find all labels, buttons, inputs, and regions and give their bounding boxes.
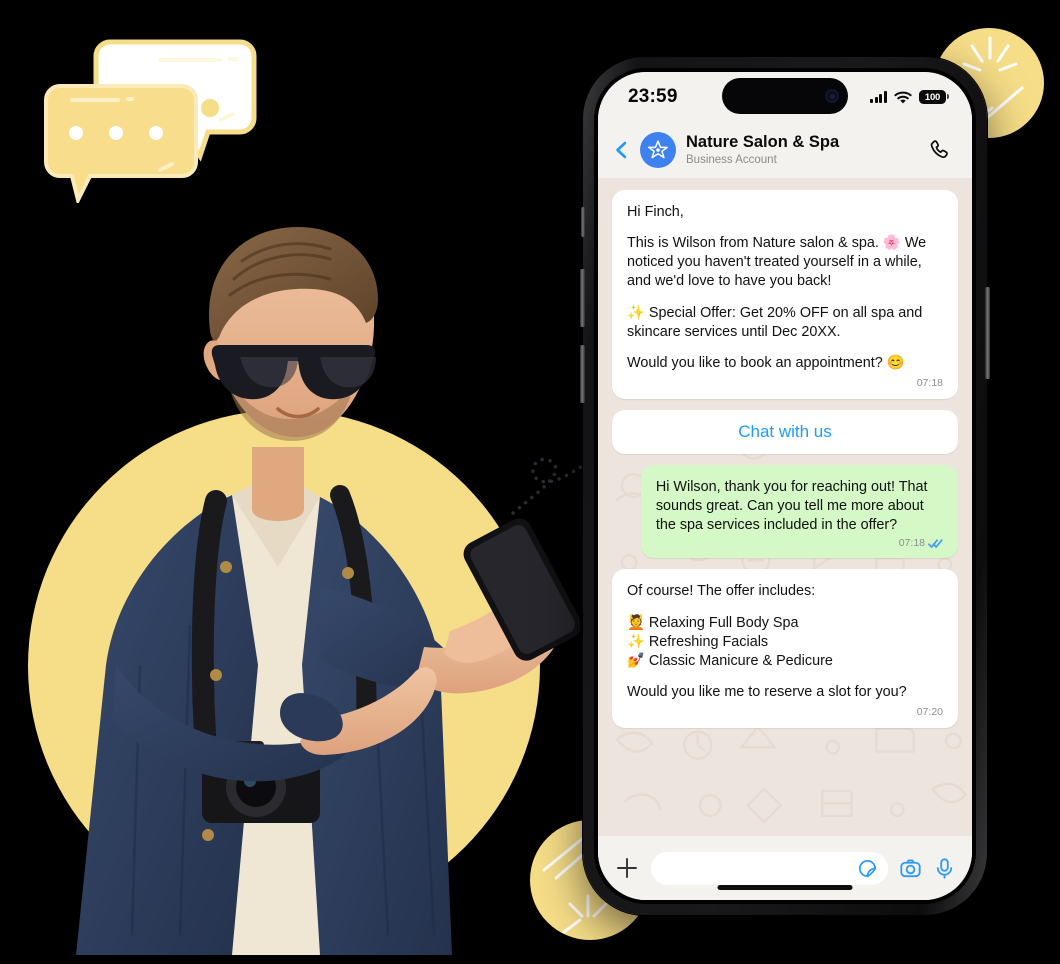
flower-avatar-icon [648, 140, 668, 159]
wifi-icon [894, 91, 912, 103]
message-time: 07:18 [916, 377, 943, 390]
battery-label: 100 [924, 91, 941, 103]
phone-bezel: 23:59 100 Nature Salon & Spa Business Ac… [594, 68, 976, 904]
chat-body[interactable]: Hi Finch, This is Wilson from Nature sal… [598, 178, 972, 836]
microphone-icon[interactable] [933, 857, 956, 880]
sticker-icon[interactable] [856, 857, 879, 880]
speech-bubble-yellow [44, 84, 198, 203]
dynamic-island [722, 78, 848, 114]
power-button[interactable] [985, 287, 990, 379]
service-item: 💅 Classic Manicure & Pedicure [627, 652, 833, 669]
message-input-bar [598, 836, 972, 900]
battery-icon: 100 [919, 89, 949, 105]
status-time: 23:59 [628, 86, 678, 107]
phone-screen: 23:59 100 Nature Salon & Spa Business Ac… [598, 72, 972, 900]
message-meta: 07:20 [627, 706, 943, 720]
message-input-field[interactable] [651, 851, 888, 885]
chat-with-us-button[interactable]: Chat with us [612, 410, 958, 455]
service-item: 💆 Relaxing Full Body Spa [627, 614, 799, 631]
message-bubble-outgoing[interactable]: Hi Wilson, thank you for reaching out! T… [640, 465, 958, 559]
front-camera-icon [825, 89, 839, 103]
message-time: 07:20 [916, 706, 943, 719]
volume-down-button[interactable] [580, 345, 585, 403]
message-paragraph-2: ✨ Special Offer: Get 20% OFF on all spa … [627, 304, 923, 340]
person-photo [76, 227, 580, 955]
cellular-bars-icon [869, 91, 887, 103]
contact-subtitle: Business Account [686, 153, 777, 166]
mute-switch[interactable] [581, 207, 585, 237]
message-closing: Would you like me to reserve a slot for … [627, 684, 907, 701]
message-input[interactable] [665, 859, 856, 877]
message-greeting: Hi Finch, [627, 204, 684, 220]
message-list: Hi Finch, This is Wilson from Nature sal… [612, 190, 958, 729]
message-meta: 07:18 [627, 377, 943, 391]
message-time: 07:18 [898, 536, 925, 549]
message-bubble-incoming[interactable]: Of course! The offer includes: 💆 Relaxin… [612, 569, 958, 729]
camera-icon[interactable] [899, 857, 922, 880]
poster-stage: 23:59 100 Nature Salon & Spa Business Ac… [0, 0, 1060, 964]
service-item: ✨ Refreshing Facials [627, 633, 769, 650]
status-bar: 23:59 100 [598, 72, 972, 122]
message-paragraph-3: Would you like to book an appointment? 😊 [627, 354, 905, 371]
message-bubble-incoming[interactable]: Hi Finch, This is Wilson from Nature sal… [612, 190, 958, 400]
home-indicator [717, 885, 853, 890]
message-text: Hi Wilson, thank you for reaching out! T… [655, 479, 928, 534]
chat-title-block: Nature Salon & Spa Business Account [686, 133, 920, 166]
decorative-speech-bubbles [44, 39, 257, 203]
message-meta: 07:18 [656, 537, 943, 551]
chevron-left-icon[interactable] [612, 140, 632, 160]
chat-header: Nature Salon & Spa Business Account [598, 122, 972, 178]
status-indicators: 100 [869, 89, 949, 105]
avatar[interactable] [640, 132, 676, 168]
message-intro: Of course! The offer includes: [627, 583, 816, 600]
phone-call-icon[interactable] [928, 138, 952, 162]
contact-name: Nature Salon & Spa [686, 133, 840, 152]
chat-with-us-label: Chat with us [738, 422, 832, 442]
phone-mockup: 23:59 100 Nature Salon & Spa Business Ac… [580, 57, 990, 915]
double-check-read-icon [928, 539, 943, 548]
plus-icon[interactable] [614, 855, 640, 881]
volume-up-button[interactable] [580, 269, 585, 327]
message-paragraph-1: This is Wilson from Nature salon & spa. … [627, 235, 927, 290]
